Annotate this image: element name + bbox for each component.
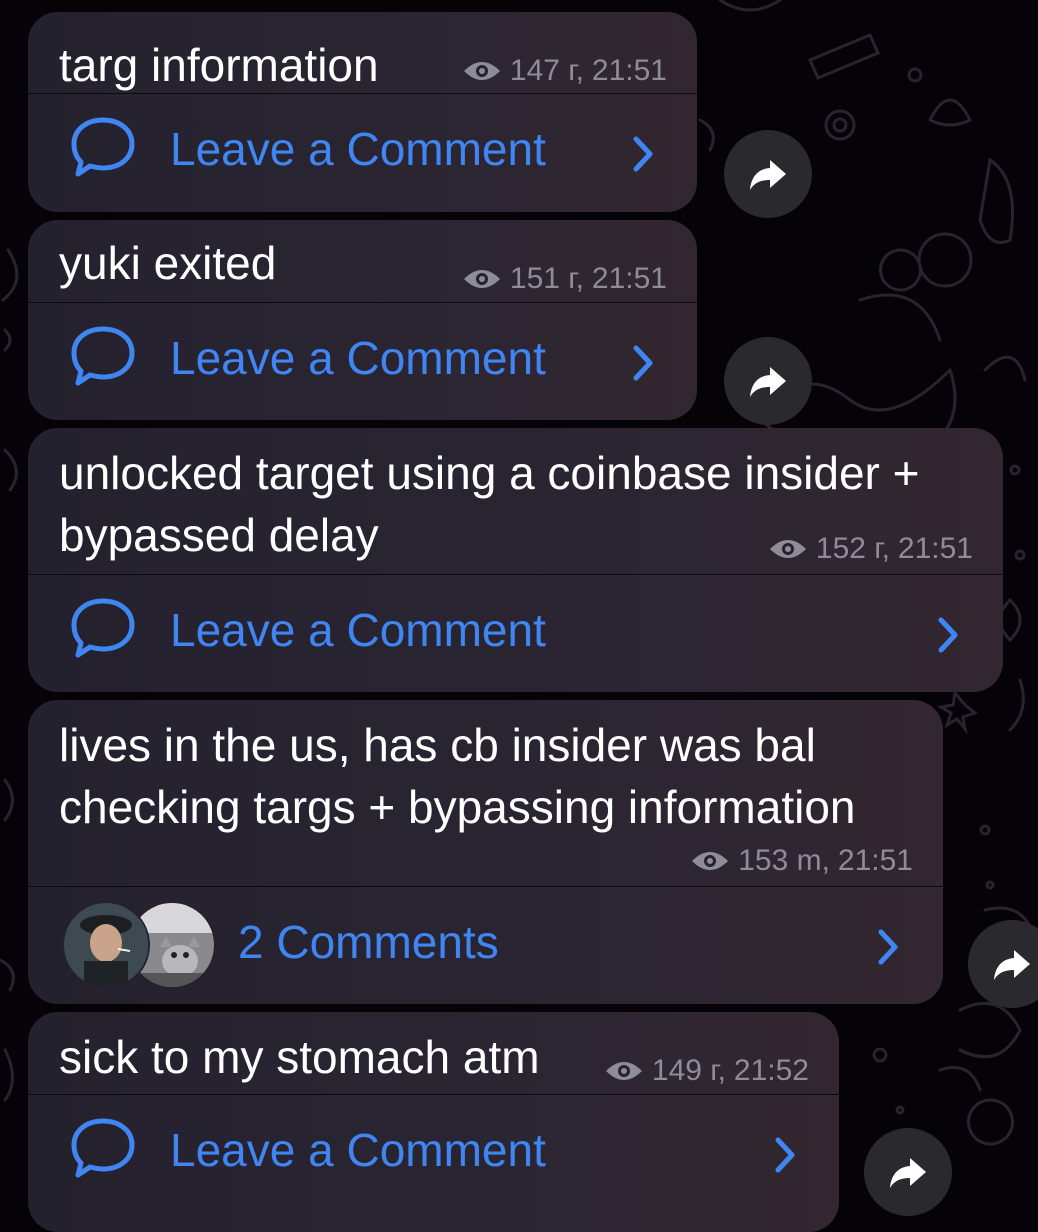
message-bubble: yuki exited 151 г, 21:51 Leave a Comment (28, 220, 697, 420)
message-bubble: unlocked target using a coinbase insider… (28, 428, 1003, 692)
share-button[interactable] (724, 337, 812, 425)
commenter-avatars (62, 901, 216, 991)
eye-icon (769, 540, 806, 558)
message-time: 21:51 (837, 844, 913, 877)
share-arrow-icon (750, 367, 786, 397)
comment-bubble-icon (71, 326, 135, 386)
commenter-avatar (62, 901, 150, 989)
leave-comment-button[interactable]: Leave a Comment (28, 575, 1003, 692)
view-count: 151 г, (509, 262, 584, 295)
message-meta: 147 г, 21:51 (462, 54, 667, 88)
message-text: targ information (59, 39, 379, 91)
message-time: 21:51 (897, 532, 973, 565)
chevron-right-icon (938, 617, 958, 653)
leave-comment-label: Leave a Comment (170, 604, 546, 656)
leave-comment-label: Leave a Comment (170, 332, 546, 384)
view-count: 147 г, (509, 54, 584, 87)
comments-button[interactable]: 2 Comments (28, 887, 943, 1004)
message-text: lives in the us, has cb insider was bal … (59, 719, 856, 833)
message-bubble: targ information 147 г, 21:51 Leave a Co… (28, 12, 697, 212)
comment-bubble-icon (71, 598, 135, 658)
comment-bubble-icon (71, 1118, 135, 1178)
message-bubble: lives in the us, has cb insider was bal … (28, 700, 943, 1004)
message-time: 21:52 (733, 1054, 809, 1087)
message-bubble: sick to my stomach atm 149 г, 21:52 Leav… (28, 1012, 839, 1232)
eye-icon (463, 270, 500, 288)
eye-icon (605, 1062, 642, 1080)
chevron-right-icon (878, 929, 898, 965)
leave-comment-button[interactable]: Leave a Comment (28, 1095, 839, 1232)
comments-label: 2 Comments (238, 916, 499, 968)
view-count: 149 г, (651, 1054, 726, 1087)
message-meta: 149 г, 21:52 (604, 1054, 809, 1088)
message-time: 21:51 (591, 262, 667, 295)
leave-comment-button[interactable]: Leave a Comment (28, 94, 697, 212)
chevron-right-icon (633, 136, 653, 172)
leave-comment-label: Leave a Comment (170, 1124, 546, 1176)
eye-icon (692, 852, 729, 870)
share-button[interactable] (864, 1128, 952, 1216)
message-text: sick to my stomach atm (59, 1031, 540, 1083)
eye-icon (463, 62, 500, 80)
share-arrow-icon (994, 950, 1030, 980)
message-meta: 152 г, 21:51 (768, 532, 973, 566)
chevron-right-icon (633, 345, 653, 381)
view-count: 153 m, (738, 844, 830, 877)
message-time: 21:51 (591, 54, 667, 87)
view-count: 152 г, (815, 532, 890, 565)
leave-comment-label: Leave a Comment (170, 123, 546, 175)
chevron-right-icon (775, 1137, 795, 1173)
comment-bubble-icon (71, 117, 135, 177)
share-arrow-icon (750, 160, 786, 190)
message-meta: 151 г, 21:51 (462, 262, 667, 296)
leave-comment-button[interactable]: Leave a Comment (28, 303, 697, 420)
share-arrow-icon (890, 1158, 926, 1188)
share-button[interactable] (724, 130, 812, 218)
message-meta: 153 m, 21:51 (690, 844, 913, 878)
message-text: yuki exited (59, 237, 277, 289)
